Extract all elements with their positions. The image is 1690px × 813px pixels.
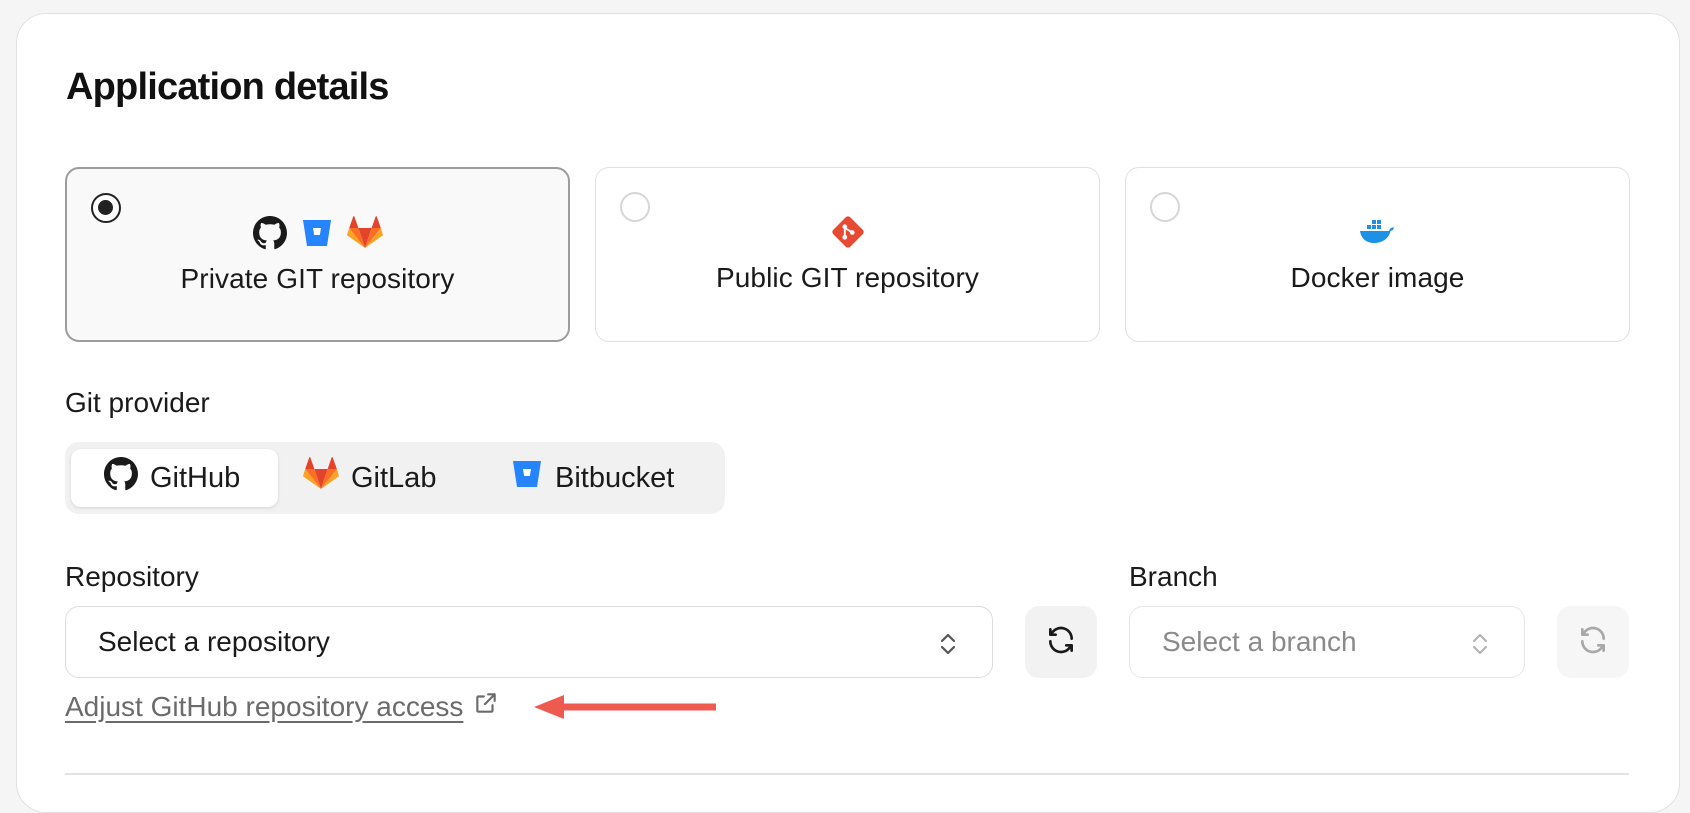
chevron-up-down-icon xyxy=(938,631,958,657)
branch-select[interactable]: Select a branch xyxy=(1129,606,1525,678)
provider-option-github[interactable]: GitHub xyxy=(71,449,278,507)
gitlab-icon xyxy=(346,215,383,255)
divider xyxy=(65,773,1629,775)
branch-select-value: Select a branch xyxy=(1162,626,1357,657)
refresh-icon xyxy=(1045,624,1077,661)
external-link-icon xyxy=(473,690,499,723)
provider-option-bitbucket[interactable]: Bitbucket xyxy=(485,449,719,507)
page-title: Application details xyxy=(66,66,389,108)
source-option-docker[interactable]: Docker image xyxy=(1125,167,1630,342)
provider-option-gitlab[interactable]: GitLab xyxy=(279,449,469,507)
bitbucket-icon xyxy=(511,458,543,498)
docker-icon xyxy=(1359,217,1397,252)
source-option-public-git[interactable]: Public GIT repository xyxy=(595,167,1100,342)
link-label: Adjust GitHub repository access xyxy=(65,690,464,722)
git-icon xyxy=(831,215,865,254)
provider-label: Bitbucket xyxy=(555,461,675,494)
source-option-label: Docker image xyxy=(1290,262,1465,293)
provider-label: GitHub xyxy=(150,461,241,494)
repository-label: Repository xyxy=(65,561,199,592)
repository-select[interactable]: Select a repository xyxy=(65,606,993,678)
branch-label: Branch xyxy=(1129,561,1218,592)
adjust-repository-access-link[interactable]: Adjust GitHub repository access xyxy=(65,690,499,723)
repository-select-value: Select a repository xyxy=(98,626,330,657)
gitlab-icon xyxy=(303,457,339,499)
chevron-up-down-icon xyxy=(1470,631,1490,657)
source-option-label: Private GIT repository xyxy=(180,263,455,294)
bitbucket-icon xyxy=(301,217,333,254)
source-option-label: Public GIT repository xyxy=(715,262,979,293)
git-provider-selector: GitHub GitLab Bitbucket xyxy=(65,442,725,514)
annotation-arrow xyxy=(532,692,722,727)
provider-label: GitLab xyxy=(351,461,437,494)
source-option-private-git[interactable]: Private GIT repository xyxy=(65,167,570,342)
refresh-repositories-button[interactable] xyxy=(1025,606,1097,678)
refresh-icon xyxy=(1577,624,1609,661)
refresh-branches-button[interactable] xyxy=(1557,606,1629,678)
github-icon xyxy=(104,457,138,499)
github-icon xyxy=(252,215,287,255)
git-provider-label: Git provider xyxy=(65,387,210,418)
